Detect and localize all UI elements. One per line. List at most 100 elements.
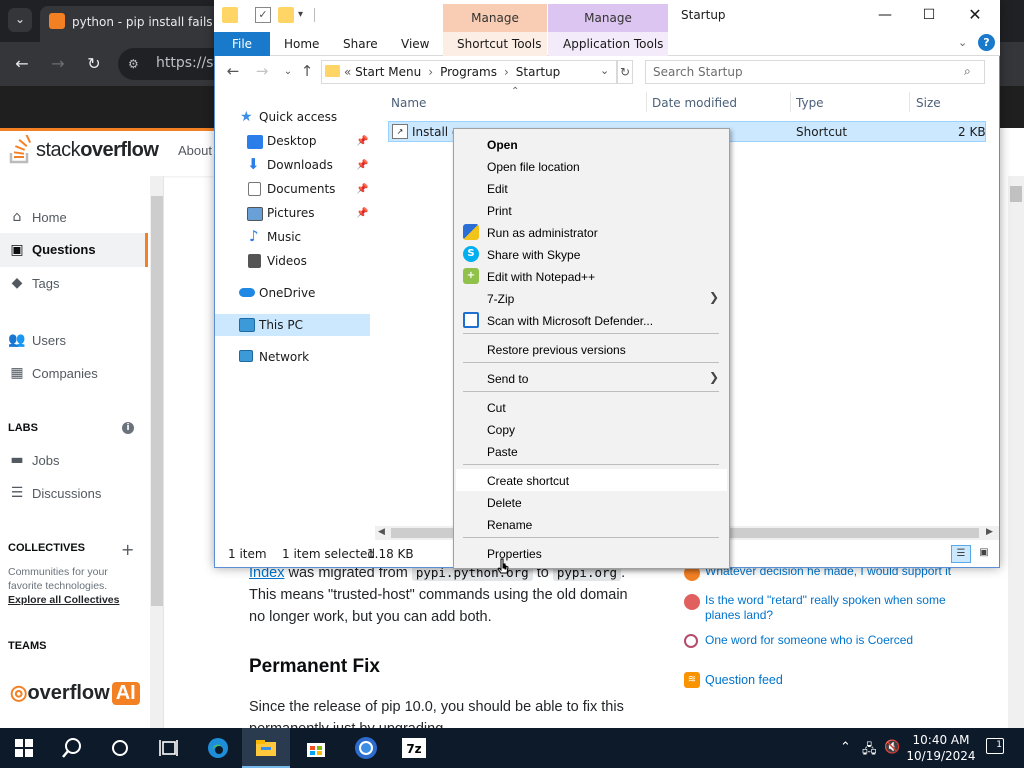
close-icon[interactable]: ✕	[952, 0, 998, 30]
site-info-icon[interactable]: ⚙	[128, 57, 144, 71]
back-icon[interactable]: ←	[223, 62, 243, 80]
menu-item-scan-with-microsoft-defender[interactable]: Scan with Microsoft Defender...	[456, 309, 727, 331]
hot-question-link[interactable]: One word for someone who is Coerced	[705, 633, 975, 648]
help-icon[interactable]: ?	[978, 34, 995, 51]
nav-this-pc[interactable]: This PC	[215, 314, 370, 336]
breadcrumb-separator-icon[interactable]: ›	[428, 65, 433, 79]
nav-onedrive[interactable]: OneDrive	[215, 283, 370, 305]
search-button[interactable]	[48, 728, 96, 768]
menu-item-delete[interactable]: Delete	[456, 491, 727, 513]
column-date-modified[interactable]: Date modified	[652, 96, 737, 110]
explore-collectives-link[interactable]: Explore all Collectives	[8, 594, 119, 606]
info-icon[interactable]: i	[122, 422, 134, 434]
nav-music[interactable]: ♪ Music	[215, 227, 370, 249]
forward-icon[interactable]: →	[252, 62, 272, 80]
qat-dropdown-icon[interactable]: ▾	[298, 9, 303, 20]
manage-shortcut-tab[interactable]: Manage	[443, 4, 547, 32]
task-view-button[interactable]	[144, 728, 192, 768]
page-scrollbar[interactable]	[1008, 176, 1024, 728]
chrome-button[interactable]	[342, 728, 390, 768]
browser-tab[interactable]: python - pip install fails w	[40, 6, 220, 42]
edge-button[interactable]	[194, 728, 242, 768]
start-button[interactable]	[0, 728, 48, 768]
menu-item-open[interactable]: Open	[456, 133, 727, 155]
add-collective-icon[interactable]: +	[121, 540, 134, 559]
store-button[interactable]	[292, 728, 340, 768]
column-divider[interactable]	[790, 92, 791, 112]
pin-icon[interactable]: 📌	[356, 160, 368, 171]
nav-quick-access[interactable]: ★ Quick access	[215, 107, 370, 129]
menu-item-share-with-skype[interactable]: Share with Skype	[456, 243, 727, 265]
manage-application-tab[interactable]: Manage	[548, 4, 668, 32]
up-icon[interactable]: ↑	[297, 62, 317, 80]
pin-icon[interactable]: 📌	[356, 208, 368, 219]
properties-icon[interactable]: ✓	[255, 7, 271, 23]
breadcrumb-separator-icon[interactable]: ›	[504, 65, 509, 79]
breadcrumb-programs[interactable]: Programs	[440, 65, 497, 79]
breadcrumb-start-menu[interactable]: Start Menu	[355, 65, 421, 79]
scroll-right-icon[interactable]: ▶	[986, 527, 993, 537]
menu-item-edit-with-notepad[interactable]: Edit with Notepad++	[456, 265, 727, 287]
7zip-button[interactable]: 7z	[390, 728, 438, 768]
menu-item-paste[interactable]: Paste	[456, 440, 727, 462]
address-dropdown-icon[interactable]: ⌄	[600, 64, 609, 77]
minimize-icon[interactable]: —	[862, 0, 908, 30]
maximize-icon[interactable]: ☐	[906, 0, 952, 30]
menu-item-run-as-administrator[interactable]: Run as administrator	[456, 221, 727, 243]
forward-icon[interactable]: →	[48, 54, 68, 73]
about-link[interactable]: About	[178, 143, 212, 158]
address-bar[interactable]: « Start Menu › Programs › Startup	[321, 60, 617, 84]
search-input[interactable]: Search Startup	[645, 60, 985, 84]
volume-muted-icon[interactable]: 🔇	[884, 740, 900, 755]
hot-question-link[interactable]: Is the word "retard" really spoken when …	[705, 593, 955, 623]
details-view-icon[interactable]: ☰	[951, 545, 971, 563]
file-explorer-button[interactable]	[242, 728, 290, 768]
cortana-button[interactable]	[96, 728, 144, 768]
menu-item-open-file-location[interactable]: Open file location	[456, 155, 727, 177]
menu-item-copy[interactable]: Copy	[456, 418, 727, 440]
column-size[interactable]: Size	[916, 96, 941, 110]
nav-videos[interactable]: Videos	[215, 251, 370, 273]
nav-downloads[interactable]: ⬇ Downloads	[215, 155, 370, 177]
column-divider[interactable]	[646, 92, 647, 112]
menu-item-send-to[interactable]: Send to	[456, 367, 727, 389]
pin-icon[interactable]: 📌	[356, 184, 368, 195]
menu-item-create-shortcut[interactable]: Create shortcut	[456, 469, 727, 491]
tab-shortcut-tools[interactable]: Shortcut Tools	[457, 37, 542, 51]
nav-desktop[interactable]: Desktop	[215, 131, 370, 153]
menu-item-cut[interactable]: Cut	[456, 396, 727, 418]
question-feed-link[interactable]: Question feed	[705, 673, 975, 688]
network-status-icon[interactable]: 🖧	[862, 740, 877, 762]
page-scrollbar-thumb[interactable]	[1010, 186, 1022, 202]
scroll-left-icon[interactable]: ◀	[378, 527, 385, 537]
nav-network[interactable]: Network	[215, 347, 370, 369]
stackoverflow-logo-text[interactable]: stackoverflow	[36, 139, 159, 162]
pin-icon[interactable]: 📌	[356, 136, 368, 147]
stackoverflow-logo-icon[interactable]	[8, 135, 32, 165]
sidebar-scrollbar-thumb[interactable]	[151, 196, 163, 606]
nav-pictures[interactable]: Pictures	[215, 203, 370, 225]
tab-search-button[interactable]: ⌄	[8, 8, 32, 32]
menu-item-restore-previous-versions[interactable]: Restore previous versions	[456, 338, 727, 360]
large-icons-view-icon[interactable]: ▣	[974, 545, 994, 563]
tab-home[interactable]: Home	[284, 37, 319, 51]
expand-ribbon-icon[interactable]: ⌄	[958, 36, 967, 49]
tab-file[interactable]: File	[214, 32, 270, 56]
back-icon[interactable]: ←	[12, 54, 32, 73]
breadcrumb-overflow[interactable]: «	[344, 65, 351, 79]
show-hidden-icons-icon[interactable]: ⌃	[840, 740, 851, 755]
system-clock[interactable]: 10:40 AM 10/19/2024	[906, 732, 976, 764]
reload-icon[interactable]: ↻	[84, 54, 104, 73]
menu-item-print[interactable]: Print	[456, 199, 727, 221]
tab-application-tools[interactable]: Application Tools	[563, 37, 663, 51]
menu-item-edit[interactable]: Edit	[456, 177, 727, 199]
overflow-ai-logo[interactable]: ◎overflow AI	[10, 680, 140, 705]
column-name[interactable]: Name	[391, 96, 426, 110]
column-type[interactable]: Type	[796, 96, 824, 110]
tab-view[interactable]: View	[401, 37, 429, 51]
refresh-icon[interactable]: ↻	[617, 60, 633, 84]
menu-item-7-zip[interactable]: 7-Zip	[456, 287, 727, 309]
nav-documents[interactable]: Documents	[215, 179, 370, 201]
breadcrumb-startup[interactable]: Startup	[516, 65, 561, 79]
new-folder-icon[interactable]	[278, 7, 294, 23]
